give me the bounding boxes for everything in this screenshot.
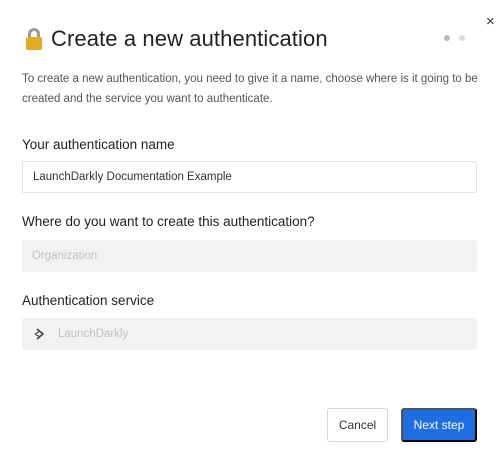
authentication-service-label: Authentication service <box>22 293 155 308</box>
step-dot-1 <box>444 35 450 41</box>
create-authentication-modal: × Create a new authentication To create … <box>0 0 500 465</box>
next-step-button[interactable]: Next step <box>401 408 477 442</box>
close-button[interactable]: × <box>486 14 495 29</box>
authentication-service-value: LaunchDarkly <box>58 328 129 340</box>
location-placeholder: Organization <box>32 250 98 262</box>
authentication-name-value: LaunchDarkly Documentation Example <box>33 171 232 183</box>
close-icon[interactable]: × <box>486 13 495 30</box>
authentication-service-select[interactable]: LaunchDarkly <box>22 318 477 350</box>
page-title: Create a new authentication <box>51 26 328 51</box>
modal-header: Create a new authentication <box>26 26 328 52</box>
lock-icon <box>26 28 42 50</box>
modal-description: To create a new authentication, you need… <box>22 73 478 105</box>
location-label: Where do you want to create this authent… <box>22 214 315 229</box>
step-indicator <box>444 35 465 41</box>
location-select[interactable]: Organization <box>22 240 477 272</box>
cancel-button[interactable]: Cancel <box>327 408 388 442</box>
authentication-name-input[interactable]: LaunchDarkly Documentation Example <box>22 161 477 193</box>
launchdarkly-icon <box>34 328 44 340</box>
authentication-name-label: Your authentication name <box>22 137 175 152</box>
step-dot-2 <box>459 35 465 41</box>
